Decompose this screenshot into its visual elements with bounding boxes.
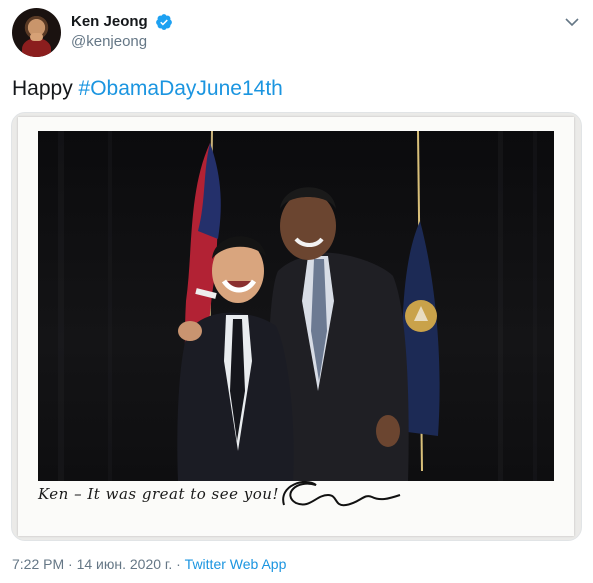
handle[interactable]: @kenjeong: [71, 32, 173, 52]
chevron-down-icon[interactable]: [564, 14, 580, 30]
tweet-date[interactable]: 14 июн. 2020 г.: [77, 556, 173, 572]
handwritten-note: Ken – It was great to see you!: [38, 485, 279, 503]
photo-scene: [58, 131, 537, 481]
tweet-text: Happy #ObamaDayJune14th: [12, 75, 283, 103]
photo-image: [38, 131, 554, 481]
signature-mark: [282, 480, 401, 507]
meta-separator: ·: [68, 556, 73, 572]
tweet-time[interactable]: 7:22 PM: [12, 556, 64, 572]
tweet-header: Ken Jeong @kenjeong: [12, 8, 582, 58]
photo-print: Ken – It was great to see you!: [18, 117, 574, 536]
tweet-meta: 7:22 PM · 14 июн. 2020 г. · Twitter Web …: [12, 556, 286, 572]
display-name[interactable]: Ken Jeong: [71, 12, 148, 32]
tweet-text-prefix: Happy: [12, 77, 79, 100]
avatar-hand: [30, 33, 43, 41]
verified-badge-icon: [156, 14, 173, 30]
author-block[interactable]: Ken Jeong @kenjeong: [71, 12, 173, 52]
source-link[interactable]: Twitter Web App: [185, 556, 287, 572]
hashtag-link[interactable]: #ObamaDayJune14th: [79, 77, 283, 100]
avatar[interactable]: [12, 8, 61, 57]
tweet-media[interactable]: Ken – It was great to see you!: [11, 112, 582, 541]
meta-separator-2: ·: [176, 556, 181, 572]
